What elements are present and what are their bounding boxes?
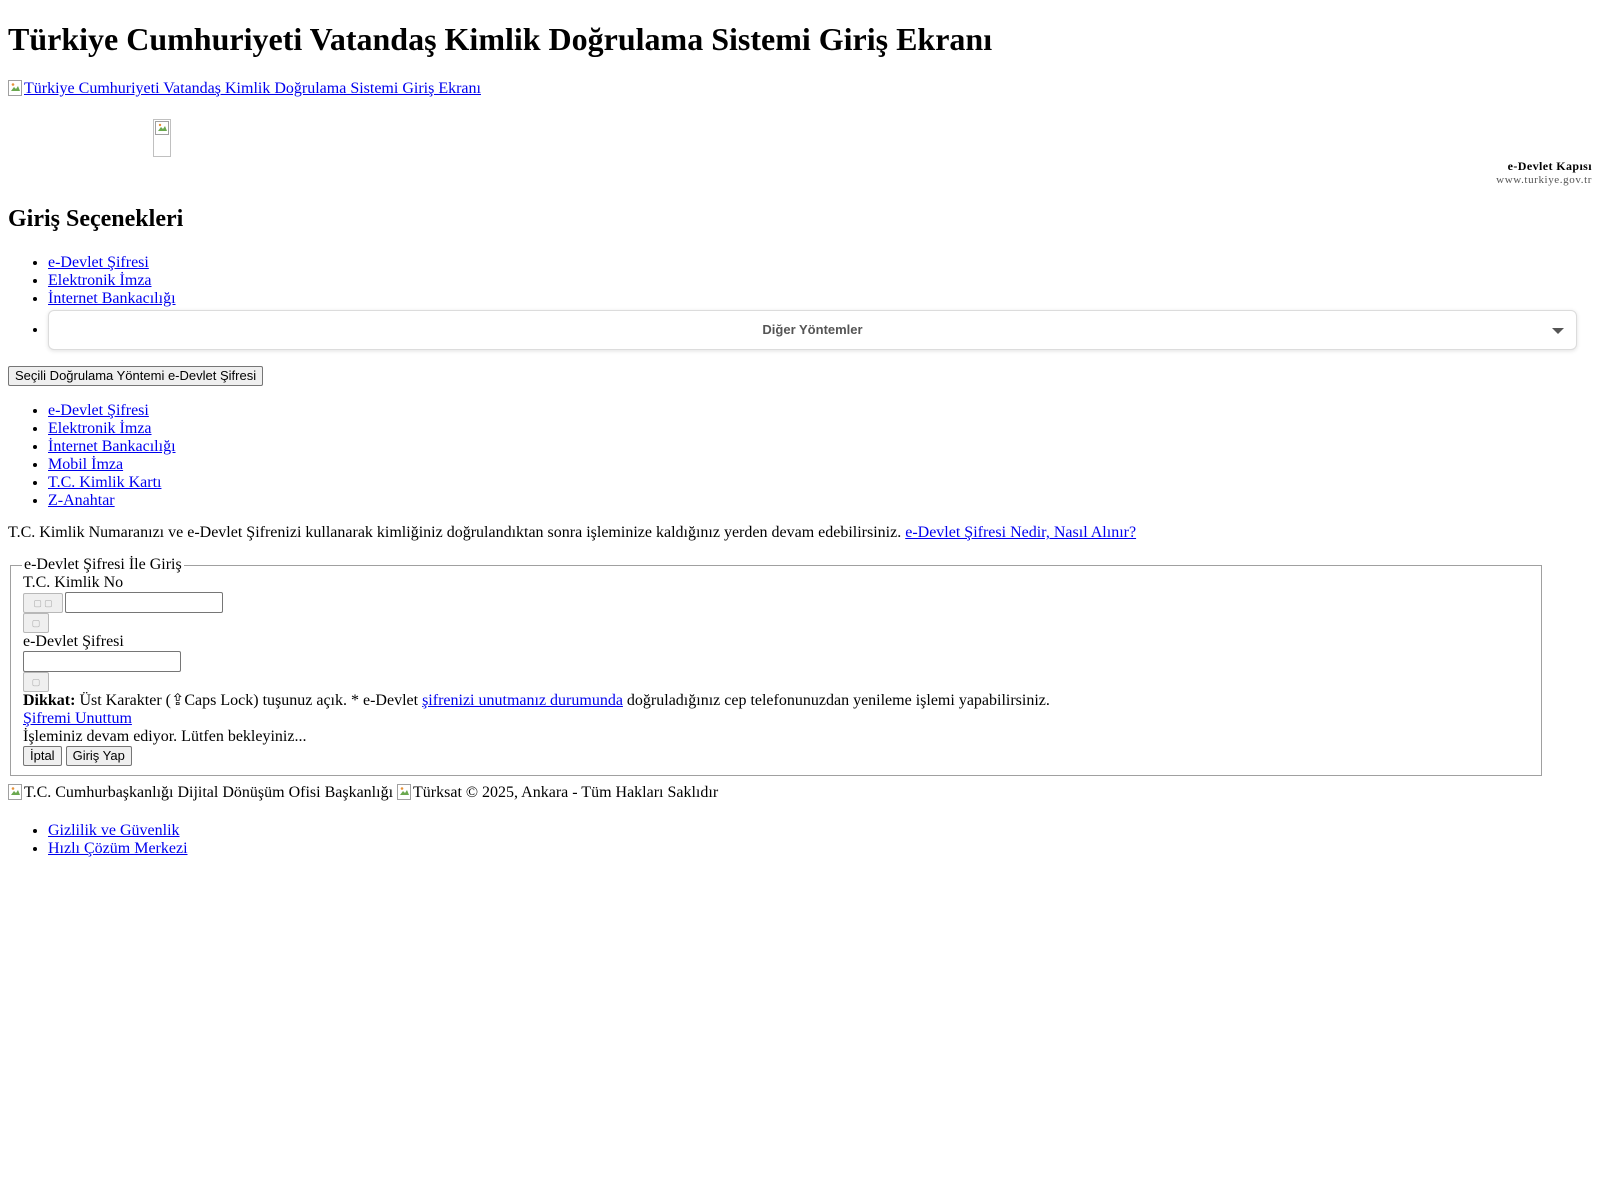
- list-item: Elektronik İmza: [48, 272, 1592, 290]
- what-is-edevlet-password-link[interactable]: e-Devlet Şifresi Nedir, Nasıl Alınır?: [905, 524, 1136, 541]
- password-keyboard-button[interactable]: ▢: [23, 672, 49, 692]
- password-row: [23, 651, 1541, 672]
- footer-links: Gizlilik ve Güvenlik Hızlı Çözüm Merkezi: [8, 822, 1592, 858]
- list-item: e-Devlet Şifresi: [48, 254, 1592, 272]
- method-internet-banking[interactable]: İnternet Bankacılığı: [48, 438, 176, 455]
- tc-extra-row: ▢: [23, 613, 1541, 633]
- privacy-security-link[interactable]: Gizlilik ve Güvenlik: [48, 822, 180, 839]
- info-paragraph: T.C. Kimlik Numaranızı ve e-Devlet Şifre…: [8, 524, 1136, 542]
- footer-office-alt: T.C. Cumhurbaşkanlığı Dijital Dönüşüm Of…: [24, 784, 394, 801]
- broken-image-icon: [155, 121, 169, 135]
- brand-block: e-Devlet Kapısı www.turkiye.gov.tr: [1496, 159, 1592, 187]
- password-label: e-Devlet Şifresi: [23, 633, 124, 650]
- home-logo-alt: Türkiye Cumhuriyeti Vatandaş Kimlik Doğr…: [24, 80, 481, 97]
- password-extra-row: ▢: [23, 672, 1541, 692]
- list-item: Hızlı Çözüm Merkezi: [48, 840, 1592, 858]
- footer-links-wrapper: Gizlilik ve Güvenlik Hızlı Çözüm Merkezi: [8, 822, 1592, 858]
- home-logo-link[interactable]: Türkiye Cumhuriyeti Vatandaş Kimlik Doğr…: [8, 80, 481, 97]
- list-item: Gizlilik ve Güvenlik: [48, 822, 1592, 840]
- methods-list: e-Devlet Şifresi Elektronik İmza İnterne…: [8, 402, 1592, 510]
- login-fieldset: e-Devlet Şifresi İle Giriş T.C. Kimlik N…: [10, 556, 1542, 776]
- brand-url: www.turkiye.gov.tr: [1496, 174, 1592, 186]
- option-electronic-signature[interactable]: Elektronik İmza: [48, 272, 152, 289]
- method-z-key[interactable]: Z-Anahtar: [48, 492, 115, 509]
- footer: T.C. Cumhurbaşkanlığı Dijital Dönüşüm Of…: [8, 784, 718, 802]
- form-actions: İptal Giriş Yap: [23, 746, 1541, 766]
- selected-method-button[interactable]: Seçili Doğrulama Yöntemi e-Devlet Şifres…: [8, 366, 264, 386]
- selected-method-wrapper: Seçili Doğrulama Yöntemi e-Devlet Şifres…: [8, 366, 264, 386]
- login-options-heading: Giriş Seçenekleri: [8, 206, 184, 232]
- logo-row: Türkiye Cumhuriyeti Vatandaş Kimlik Doğr…: [8, 79, 1592, 99]
- method-id-card[interactable]: T.C. Kimlik Kartı: [48, 474, 161, 491]
- cancel-button[interactable]: İptal: [23, 746, 62, 766]
- caps-lock-warning: Dikkat: Üst Karakter (⇪Caps Lock) tuşunu…: [23, 692, 1541, 710]
- forgot-row: Şifremi Unuttum: [23, 710, 1541, 728]
- other-methods-dropdown[interactable]: Diğer Yöntemler: [48, 310, 1577, 350]
- broken-image-icon: [8, 80, 22, 96]
- warning-text-1: Üst Karakter (⇪Caps Lock) tuşunuz açık. …: [79, 692, 419, 709]
- quick-solution-center-link[interactable]: Hızlı Çözüm Merkezi: [48, 840, 188, 857]
- method-mobile-signature[interactable]: Mobil İmza: [48, 456, 123, 473]
- list-item: e-Devlet Şifresi: [48, 402, 1592, 420]
- login-options-list-wrapper: e-Devlet Şifresi Elektronik İmza İnterne…: [8, 254, 1592, 350]
- page-title: Türkiye Cumhuriyeti Vatandaş Kimlik Doğr…: [8, 21, 993, 57]
- methods-list-wrapper: e-Devlet Şifresi Elektronik İmza İnterne…: [8, 402, 1592, 510]
- broken-image-icon: [397, 784, 412, 800]
- broken-image-icon: [8, 784, 22, 800]
- list-item: İnternet Bankacılığı: [48, 290, 1592, 308]
- emblem-image: [153, 119, 171, 157]
- brand-title: e-Devlet Kapısı: [1507, 159, 1592, 173]
- list-item: T.C. Kimlik Kartı: [48, 474, 1592, 492]
- list-item: Diğer Yöntemler: [48, 310, 1592, 350]
- list-item: Elektronik İmza: [48, 420, 1592, 438]
- processing-text: İşleminiz devam ediyor. Lütfen bekleyini…: [23, 728, 307, 745]
- password-input[interactable]: [23, 651, 181, 672]
- forgot-password-inline-link[interactable]: şifrenizi unutmanız durumunda: [422, 692, 623, 709]
- footer-copyright: © 2025, Ankara - Tüm Hakları Saklıdır: [465, 784, 719, 801]
- warning-text-2: doğruladığınız cep telefonunuzdan yenile…: [626, 692, 1050, 709]
- info-text: T.C. Kimlik Numaranızı ve e-Devlet Şifre…: [8, 524, 902, 541]
- chevron-down-icon: [1552, 328, 1564, 334]
- forgot-password-link[interactable]: Şifremi Unuttum: [23, 710, 132, 727]
- login-button[interactable]: Giriş Yap: [65, 746, 132, 766]
- method-edevlet-password[interactable]: e-Devlet Şifresi: [48, 402, 149, 419]
- warning-label: Dikkat:: [23, 692, 76, 709]
- login-legend: e-Devlet Şifresi İle Giriş: [24, 556, 182, 573]
- tc-label: T.C. Kimlik No: [23, 574, 124, 591]
- tc-input[interactable]: [65, 592, 223, 613]
- list-item: Z-Anahtar: [48, 492, 1592, 510]
- option-edevlet-password[interactable]: e-Devlet Şifresi: [48, 254, 149, 271]
- login-options-list: e-Devlet Şifresi Elektronik İmza İnterne…: [8, 254, 1592, 350]
- option-internet-banking[interactable]: İnternet Bankacılığı: [48, 290, 176, 307]
- virtual-keyboard-button[interactable]: ▢ ▢: [23, 592, 63, 613]
- list-item: İnternet Bankacılığı: [48, 438, 1592, 456]
- other-methods-label: Diğer Yöntemler: [762, 322, 863, 337]
- keyboard-toggle-button[interactable]: ▢: [23, 613, 49, 633]
- list-item: Mobil İmza: [48, 456, 1592, 474]
- tc-row: ▢ ▢: [23, 592, 1541, 613]
- footer-turksat-alt: Türksat: [413, 784, 462, 801]
- page: Türkiye Cumhuriyeti Vatandaş Kimlik Doğr…: [0, 21, 1600, 857]
- method-electronic-signature[interactable]: Elektronik İmza: [48, 420, 152, 437]
